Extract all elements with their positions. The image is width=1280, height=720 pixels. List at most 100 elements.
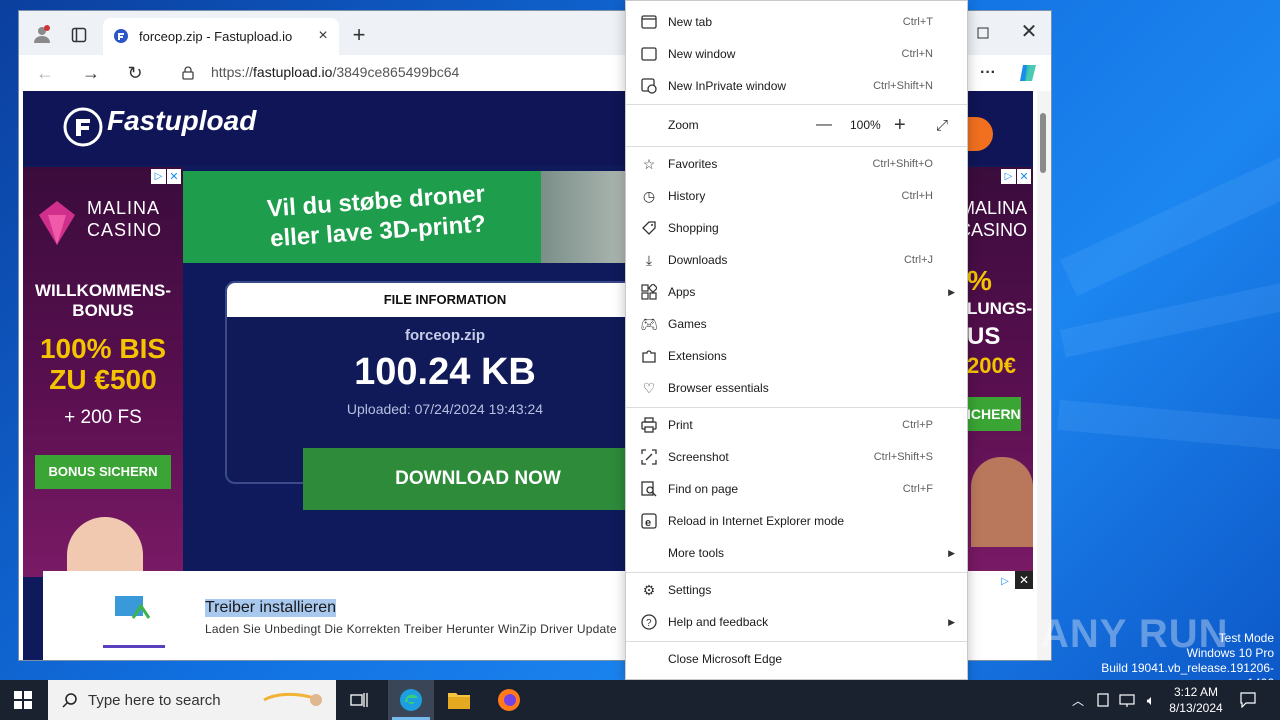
windows-start-icon[interactable] bbox=[12, 690, 34, 710]
site-logo-text[interactable]: Fastupload bbox=[107, 105, 256, 137]
menu-item-history[interactable]: ◷ History Ctrl+H bbox=[626, 180, 967, 212]
tray-device-icon[interactable] bbox=[1094, 690, 1112, 710]
url-field[interactable]: https://fastupload.io/3849ce865499bc64 bbox=[211, 64, 459, 80]
menu-item-extensions[interactable]: Extensions bbox=[626, 340, 967, 372]
menu-item-new-inprivate[interactable]: New InPrivate window Ctrl+Shift+N bbox=[626, 70, 967, 102]
taskbar-search[interactable]: Type here to search bbox=[48, 680, 336, 720]
ad-close-icon[interactable]: ✕ bbox=[1017, 169, 1031, 184]
submenu-arrow-icon: ▶ bbox=[948, 547, 955, 558]
menu-item-new-tab[interactable]: New tab Ctrl+T bbox=[626, 6, 967, 38]
file-explorer-icon[interactable] bbox=[446, 688, 472, 712]
fullscreen-icon[interactable]: ⤢ bbox=[936, 117, 948, 134]
menu-item-more-tools[interactable]: More tools ▶ bbox=[626, 537, 967, 569]
menu-item-games[interactable]: 🎮︎ Games bbox=[626, 308, 967, 340]
menu-item-label: Zoom bbox=[668, 118, 699, 132]
left-casino-ad[interactable]: MALINA CASINO WILLKOMMENS-BONUS 100% BIS… bbox=[23, 167, 183, 577]
menu-item-favorites[interactable]: ☆ Favorites Ctrl+Shift+O bbox=[626, 148, 967, 180]
ad-close-icon[interactable]: ✕ bbox=[167, 169, 181, 184]
scrollbar[interactable] bbox=[1037, 91, 1051, 660]
menu-item-settings[interactable]: ⚙ Settings bbox=[626, 574, 967, 606]
menu-item-print[interactable]: Print Ctrl+P bbox=[626, 409, 967, 441]
file-size: 100.24 KB bbox=[354, 351, 536, 393]
ie-icon: e bbox=[640, 512, 658, 530]
adchoices-icon[interactable]: ▷ bbox=[1001, 169, 1016, 184]
right-casino-brand: MALINA CASINO bbox=[967, 198, 1027, 240]
banner-text: Vil du støbe droner eller lave 3D-print? bbox=[266, 180, 487, 253]
fastupload-logo-icon[interactable] bbox=[63, 107, 103, 147]
file-info-title: FILE INFORMATION bbox=[227, 283, 663, 317]
banner-ad[interactable]: Vil du støbe droner eller lave 3D-print? bbox=[183, 171, 663, 263]
zoom-in-icon[interactable]: + bbox=[894, 114, 906, 137]
bottom-ad-title[interactable]: Treiber installieren bbox=[205, 599, 337, 617]
inprivate-icon bbox=[640, 77, 658, 95]
menu-item-label: Favorites bbox=[668, 157, 718, 171]
close-tab-icon[interactable]: × bbox=[315, 27, 331, 44]
tray-chevron-icon[interactable]: ︿ bbox=[1070, 690, 1086, 710]
scrollbar-thumb[interactable] bbox=[1040, 113, 1046, 173]
menu-item-find-on-page[interactable]: Find on page Ctrl+F bbox=[626, 473, 967, 505]
lock-icon[interactable] bbox=[179, 63, 197, 83]
right-casino-ad[interactable]: MALINA CASINO % LUNGS- US 200€ ICHERN bbox=[967, 167, 1033, 577]
more-options-icon[interactable]: ··· bbox=[977, 63, 999, 83]
right-us: US bbox=[967, 323, 1001, 350]
maximize-icon[interactable] bbox=[973, 23, 993, 43]
task-view-icon[interactable] bbox=[348, 690, 370, 710]
menu-item-label: Downloads bbox=[668, 253, 728, 267]
menu-item-label: Extensions bbox=[668, 349, 727, 363]
adchoices-icon[interactable]: ▷ bbox=[151, 169, 166, 184]
menu-item-shortcut: Ctrl+Shift+O bbox=[872, 158, 933, 170]
notifications-icon[interactable] bbox=[1238, 690, 1258, 710]
new-tab-icon bbox=[640, 13, 658, 31]
download-now-button[interactable]: DOWNLOAD NOW bbox=[303, 448, 653, 510]
bonus-button[interactable]: BONUS SICHERN bbox=[35, 455, 171, 489]
free-spins: + 200 FS bbox=[64, 407, 142, 428]
menu-separator bbox=[626, 407, 967, 408]
clock-time: 3:12 AM bbox=[1173, 685, 1219, 699]
refresh-icon[interactable]: ↻ bbox=[125, 63, 145, 83]
wallpaper-ray bbox=[1057, 400, 1280, 483]
tab-actions-icon[interactable] bbox=[69, 25, 89, 45]
menu-item-close-edge[interactable]: Close Microsoft Edge bbox=[626, 643, 967, 675]
back-icon[interactable]: ← bbox=[35, 63, 55, 83]
taskbar: Type here to search ︿ 🔈︎ 3:12 AM 8/13/20… bbox=[0, 680, 1280, 720]
bottom-ad-close-icon[interactable]: ✕ bbox=[1015, 571, 1033, 589]
profile-icon[interactable] bbox=[31, 23, 53, 45]
menu-item-label: New InPrivate window bbox=[668, 79, 787, 93]
wallpaper-ray bbox=[1060, 6, 1280, 297]
puzzle-icon bbox=[640, 347, 658, 365]
menu-item-label: More tools bbox=[668, 546, 725, 560]
download-icon: ⤓ bbox=[645, 251, 653, 268]
forward-icon[interactable]: → bbox=[81, 63, 101, 83]
adchoices-icon[interactable]: ▷ bbox=[997, 573, 1013, 589]
menu-item-new-window[interactable]: New window Ctrl+N bbox=[626, 38, 967, 70]
screenshot-icon bbox=[640, 448, 658, 466]
watermark-line: Test Mode bbox=[1218, 631, 1274, 645]
tab-active[interactable]: forceop.zip - Fastupload.io × bbox=[103, 18, 339, 55]
menu-item-downloads[interactable]: ⤓ Downloads Ctrl+J bbox=[626, 244, 967, 276]
volume-icon[interactable]: 🔈︎ bbox=[1142, 690, 1160, 710]
menu-item-screenshot[interactable]: Screenshot Ctrl+Shift+S bbox=[626, 441, 967, 473]
copilot-icon[interactable] bbox=[1015, 61, 1041, 85]
taskbar-edge-button[interactable] bbox=[388, 680, 434, 720]
new-tab-plus-icon[interactable]: + bbox=[349, 22, 369, 47]
clock[interactable]: 3:12 AM 8/13/2024 bbox=[1160, 684, 1232, 716]
menu-item-reload-ie-mode[interactable]: e Reload in Internet Explorer mode bbox=[626, 505, 967, 537]
history-icon: ◷ bbox=[642, 187, 656, 204]
firefox-icon[interactable] bbox=[496, 688, 522, 712]
edge-icon bbox=[398, 687, 424, 713]
menu-item-apps[interactable]: Apps ▶ bbox=[626, 276, 967, 308]
menu-item-label: Browser essentials bbox=[668, 381, 769, 395]
tab-title: forceop.zip - Fastupload.io bbox=[139, 29, 293, 44]
games-icon: 🎮︎ bbox=[640, 315, 658, 332]
menu-item-browser-essentials[interactable]: ♡ Browser essentials bbox=[626, 372, 967, 404]
help-icon: ? bbox=[640, 613, 658, 631]
right-bonus-button[interactable]: ICHERN bbox=[967, 397, 1021, 431]
zoom-out-icon[interactable]: — bbox=[816, 116, 832, 134]
menu-item-help-feedback[interactable]: ? Help and feedback ▶ bbox=[626, 606, 967, 638]
strawberry-logo-icon bbox=[35, 195, 79, 247]
menu-item-shortcut: Ctrl+H bbox=[901, 190, 933, 202]
network-icon[interactable] bbox=[1118, 690, 1136, 710]
menu-item-shopping[interactable]: Shopping bbox=[626, 212, 967, 244]
close-window-icon[interactable]: ✕ bbox=[1019, 21, 1039, 43]
print-icon bbox=[640, 416, 658, 434]
